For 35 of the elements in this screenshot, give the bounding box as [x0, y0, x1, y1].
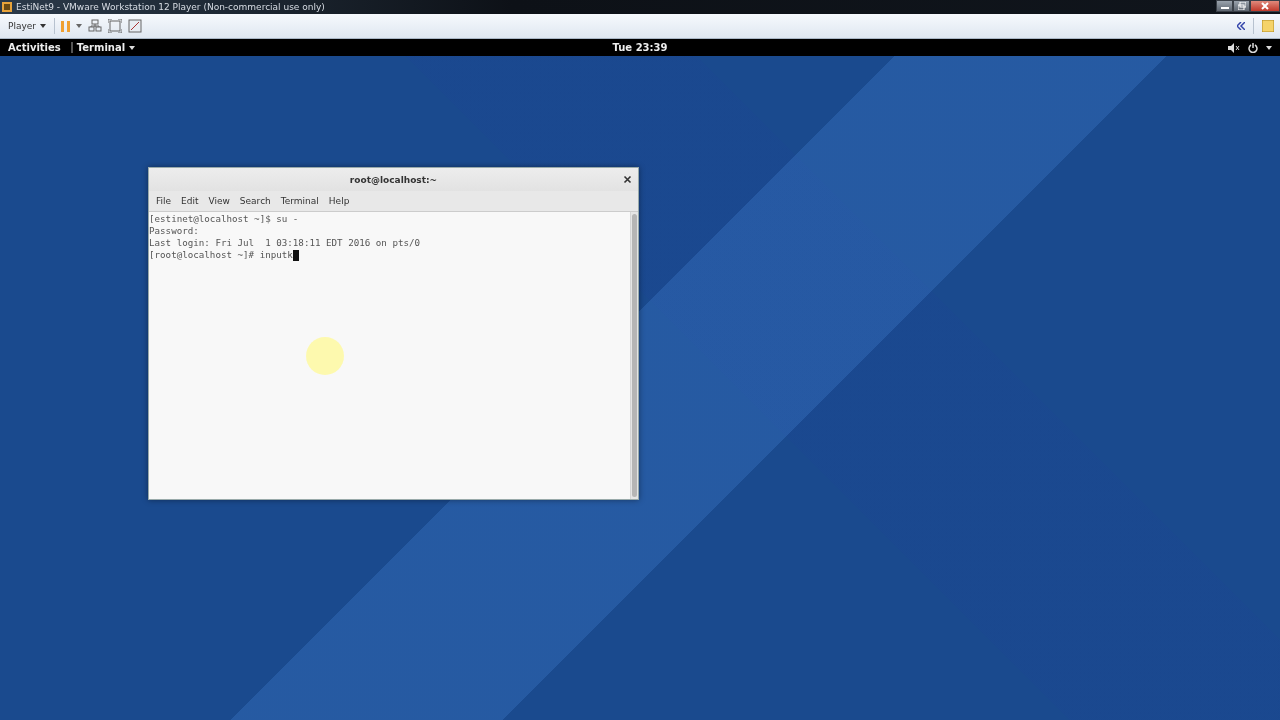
app-menu[interactable]: Terminal [70, 42, 136, 53]
restore-icon [1237, 2, 1246, 10]
fullscreen-icon[interactable] [108, 19, 122, 33]
caret-icon [129, 45, 136, 50]
text-cursor [292, 249, 299, 261]
menu-item[interactable]: File [151, 194, 177, 208]
clock[interactable]: Tue 23:39 [612, 42, 668, 53]
menu-item[interactable]: Help [323, 194, 355, 208]
terminal-title: root@localhost:~ [349, 174, 438, 185]
caret-icon [76, 24, 82, 28]
terminal-line: [root@localhost ~]# inputk [149, 249, 293, 261]
menu-item[interactable]: Edit [176, 194, 204, 208]
menu-item[interactable]: View [203, 194, 235, 208]
activities-button[interactable]: Activities [0, 42, 69, 53]
menu-item[interactable]: Terminal [275, 194, 324, 208]
terminal-line: Last login: Fri Jul 1 03:18:11 EDT 2016 on pts/0 [149, 237, 421, 249]
restore-button[interactable] [1233, 0, 1250, 12]
close-icon [1261, 2, 1269, 10]
minimize-button[interactable] [1216, 0, 1233, 12]
terminal-line: Password: [149, 225, 199, 237]
chevron-left-icon[interactable] [1237, 22, 1245, 30]
caret-icon [1266, 45, 1272, 50]
close-icon [623, 175, 632, 184]
network-icon[interactable] [88, 19, 102, 33]
close-button[interactable] [1250, 0, 1280, 12]
app-icon [2, 2, 12, 12]
scrollbar[interactable] [630, 212, 638, 499]
close-button[interactable] [623, 175, 632, 184]
menu-item[interactable]: Search [234, 194, 276, 208]
caret-icon [40, 24, 46, 28]
window-title: EstiNet9 - VMware Workstation 12 Player (Non-commercial use only) [16, 2, 325, 12]
power-icon[interactable] [1248, 42, 1258, 53]
volume-muted-icon[interactable] [1228, 42, 1240, 53]
terminal-line: [estinet@localhost ~]$ su - [149, 213, 299, 225]
player-menu[interactable]: Player [6, 19, 48, 33]
